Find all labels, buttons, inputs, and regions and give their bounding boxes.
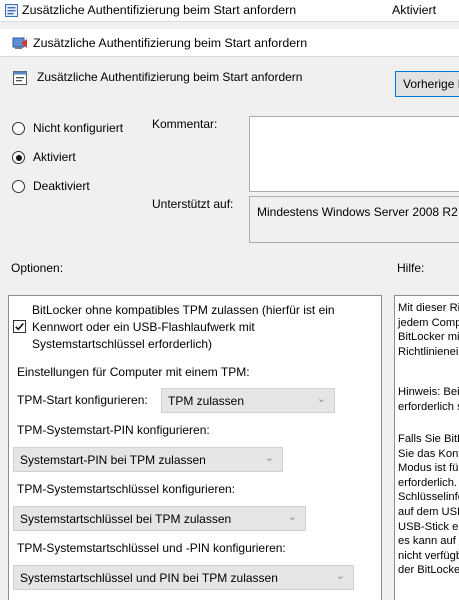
dialog-title-bar[interactable]: Zusätzliche Authentifizierung beim Start…: [0, 29, 459, 57]
chevron-down-icon: ⌄: [287, 511, 297, 523]
help-panel: Mit dieser Richtlinieneinstellung jedem …: [394, 295, 459, 600]
pin-label: TPM-Systemstart-PIN konfigurieren:: [17, 423, 210, 437]
allow-without-tpm-line1: BitLocker ohne kompatibles TPM zulassen …: [32, 303, 335, 317]
comment-field[interactable]: [249, 116, 459, 192]
policy-settings-icon: [5, 4, 18, 17]
radio-not-configured-label[interactable]: Nicht konfiguriert: [33, 121, 123, 135]
pin-value: Systemstart-PIN bei TPM zulassen: [20, 453, 206, 467]
radio-enabled[interactable]: [12, 151, 25, 164]
help-section-label: Hilfe:: [397, 261, 425, 275]
key-pin-value: Systemstartschlüssel und PIN bei TPM zul…: [20, 571, 278, 585]
help-line: erforderlich sein.: [398, 400, 459, 413]
tpm-start-label: TPM-Start konfigurieren:: [17, 393, 148, 407]
tpm-computer-heading: Einstellungen für Computer mit einem TPM…: [17, 365, 250, 379]
pin-dropdown[interactable]: Systemstart-PIN bei TPM zulassen ⌄: [13, 447, 283, 472]
policy-list-row[interactable]: Zusätzliche Authentifizierung beim Start…: [0, 0, 459, 22]
help-line: der BitLocker-Wiederherstellung: [398, 564, 459, 577]
help-line: Mit dieser Richtlinieneinstellung: [398, 302, 459, 314]
help-line: Sie das Kontrollkästchen: [398, 447, 459, 460]
allow-without-tpm-checkbox[interactable]: [13, 320, 26, 333]
tpm-start-dropdown[interactable]: TPM zulassen ⌄: [161, 388, 335, 413]
chevron-down-icon: ⌄: [316, 393, 326, 405]
key-pin-label: TPM-Systemstartschlüssel und -PIN konfig…: [17, 541, 286, 555]
comment-label: Kommentar:: [152, 117, 218, 131]
dialog-title: Zusätzliche Authentifizierung beim Start…: [33, 36, 308, 50]
help-line: Richtlinieneinstellung wird: [398, 345, 459, 358]
radio-disabled[interactable]: [12, 180, 25, 193]
options-section-label: Optionen:: [11, 261, 64, 275]
key-value: Systemstartschlüssel bei TPM zulassen: [20, 512, 232, 526]
key-pin-dropdown[interactable]: Systemstartschlüssel und PIN bei TPM zul…: [13, 565, 354, 590]
help-line: erforderlich. Bei Verwendung: [398, 476, 459, 489]
key-dropdown[interactable]: Systemstartschlüssel bei TPM zulassen ⌄: [13, 506, 306, 531]
checkmark-icon: [15, 322, 24, 331]
help-line: es kann auf das Laufwerk: [398, 535, 459, 548]
key-label: TPM-Systemstartschlüssel konfigurieren:: [17, 482, 236, 496]
help-paragraph-1: Mit dieser Richtlinieneinstellung jedem …: [398, 301, 459, 359]
radio-not-configured[interactable]: [12, 122, 25, 135]
help-paragraph-2: Hinweis: Beim Start kann erforderlich se…: [398, 385, 459, 414]
help-line: auf dem USB-Flashlaufwerk: [398, 505, 459, 518]
options-panel: BitLocker ohne kompatibles TPM zulassen …: [8, 295, 382, 600]
allow-without-tpm-line2: Kennwort oder ein USB-Flashlaufwerk mit: [32, 320, 255, 334]
supported-on-field: Mindestens Windows Server 2008 R2 oder W…: [249, 196, 459, 243]
help-line: nicht verfügbar ist oder: [398, 549, 459, 562]
allow-without-tpm-line3: Systemstartschlüssel erforderlich): [32, 337, 213, 351]
help-line: Schlüsselinformationen: [398, 491, 459, 504]
help-line: Modus ist für den Start ein: [398, 462, 459, 475]
radio-enabled-label[interactable]: Aktiviert: [33, 150, 76, 164]
gpo-editor-icon: [12, 37, 27, 49]
radio-disabled-label[interactable]: Deaktiviert: [33, 179, 90, 193]
chevron-down-icon: ⌄: [335, 570, 345, 582]
help-paragraph-3: Falls Sie BitLocker auf einem Sie das Ko…: [398, 432, 459, 578]
help-line: BitLocker mit oder ohne TPM: [398, 331, 459, 344]
previous-setting-button[interactable]: Vorherige Einstellung: [395, 71, 459, 97]
tpm-start-value: TPM zulassen: [168, 394, 245, 408]
list-row-state: Aktiviert: [392, 3, 437, 17]
policy-name-heading: Zusätzliche Authentifizierung beim Start…: [37, 70, 303, 84]
help-line: jedem Computerstart eine: [398, 316, 459, 329]
help-line: Hinweis: Beim Start kann: [398, 386, 459, 398]
supported-on-label: Unterstützt auf:: [152, 197, 234, 211]
list-row-setting: Zusätzliche Authentifizierung beim Start…: [22, 3, 297, 17]
policy-setting-icon: [13, 71, 27, 85]
help-line: Falls Sie BitLocker auf einem: [398, 433, 459, 445]
help-line: USB-Stick eingesteckt: [398, 520, 459, 533]
chevron-down-icon: ⌄: [264, 452, 274, 464]
